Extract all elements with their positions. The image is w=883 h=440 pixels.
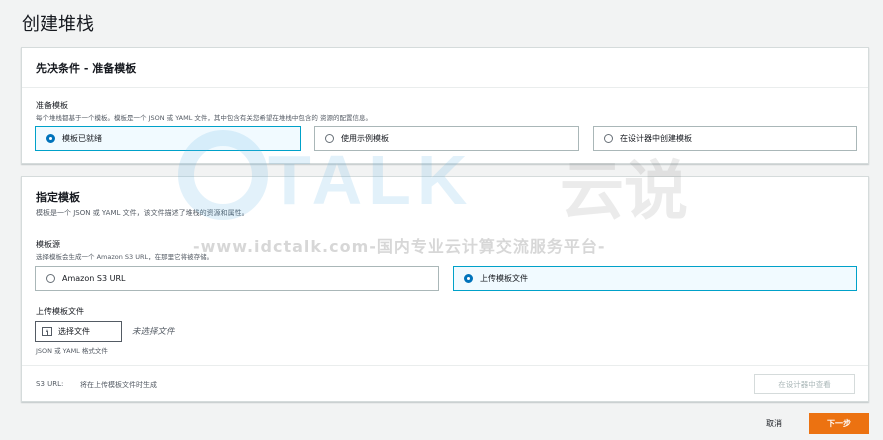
option-label: 在设计器中创建模板 [620, 134, 692, 143]
prepare-template-label: 准备模板 [36, 101, 68, 110]
option-label: 使用示例模板 [341, 134, 389, 143]
option-template-ready[interactable]: 模板已就绪 [35, 126, 301, 151]
option-label: 模板已就绪 [62, 134, 102, 143]
s3-url-value: 将在上传模板文件时生成 [80, 381, 157, 389]
specify-template-panel: 指定模板 模板是一个 JSON 或 YAML 文件，该文件描述了堆栈的资源和属性… [21, 176, 869, 402]
s3-url-label: S3 URL: [36, 380, 64, 388]
radio-checked-icon [464, 274, 473, 283]
prerequisite-panel: 先决条件 - 准备模板 准备模板 每个堆栈都基于一个模板。模板是一个 JSON … [21, 47, 869, 164]
prerequisite-header: 先决条件 - 准备模板 [22, 48, 868, 88]
option-designer-template[interactable]: 在设计器中创建模板 [593, 126, 857, 151]
upload-file-label: 上传模板文件 [36, 307, 84, 316]
upload-icon [42, 327, 52, 336]
radio-unchecked-icon [325, 134, 334, 143]
choose-file-label: 选择文件 [58, 327, 90, 336]
file-format-hint: JSON 或 YAML 格式文件 [36, 347, 108, 355]
radio-checked-icon [46, 134, 55, 143]
divider [22, 365, 868, 366]
choose-file-button[interactable]: 选择文件 [35, 321, 122, 342]
source-s3-url[interactable]: Amazon S3 URL [35, 266, 439, 291]
specify-template-description: 模板是一个 JSON 或 YAML 文件，该文件描述了堆栈的资源和属性。 [36, 209, 249, 217]
radio-unchecked-icon [46, 274, 55, 283]
source-label: 上传模板文件 [480, 274, 528, 283]
template-source-label: 模板源 [36, 240, 60, 249]
option-sample-template[interactable]: 使用示例模板 [314, 126, 579, 151]
page-title: 创建堆栈 [22, 14, 94, 35]
template-source-description: 选择模板会生成一个 Amazon S3 URL，在那里它将被存储。 [36, 253, 214, 261]
no-file-text: 未选择文件 [132, 327, 175, 337]
view-in-designer-button[interactable]: 在设计器中查看 [754, 374, 855, 394]
next-button[interactable]: 下一步 [809, 413, 869, 434]
prepare-template-description: 每个堆栈都基于一个模板。模板是一个 JSON 或 YAML 文件，其中包含有关您… [36, 114, 372, 122]
source-label: Amazon S3 URL [62, 274, 126, 283]
cancel-button[interactable]: 取消 [766, 418, 782, 429]
specify-template-header: 指定模板 [36, 191, 80, 204]
radio-unchecked-icon [604, 134, 613, 143]
source-upload-file[interactable]: 上传模板文件 [453, 266, 857, 291]
